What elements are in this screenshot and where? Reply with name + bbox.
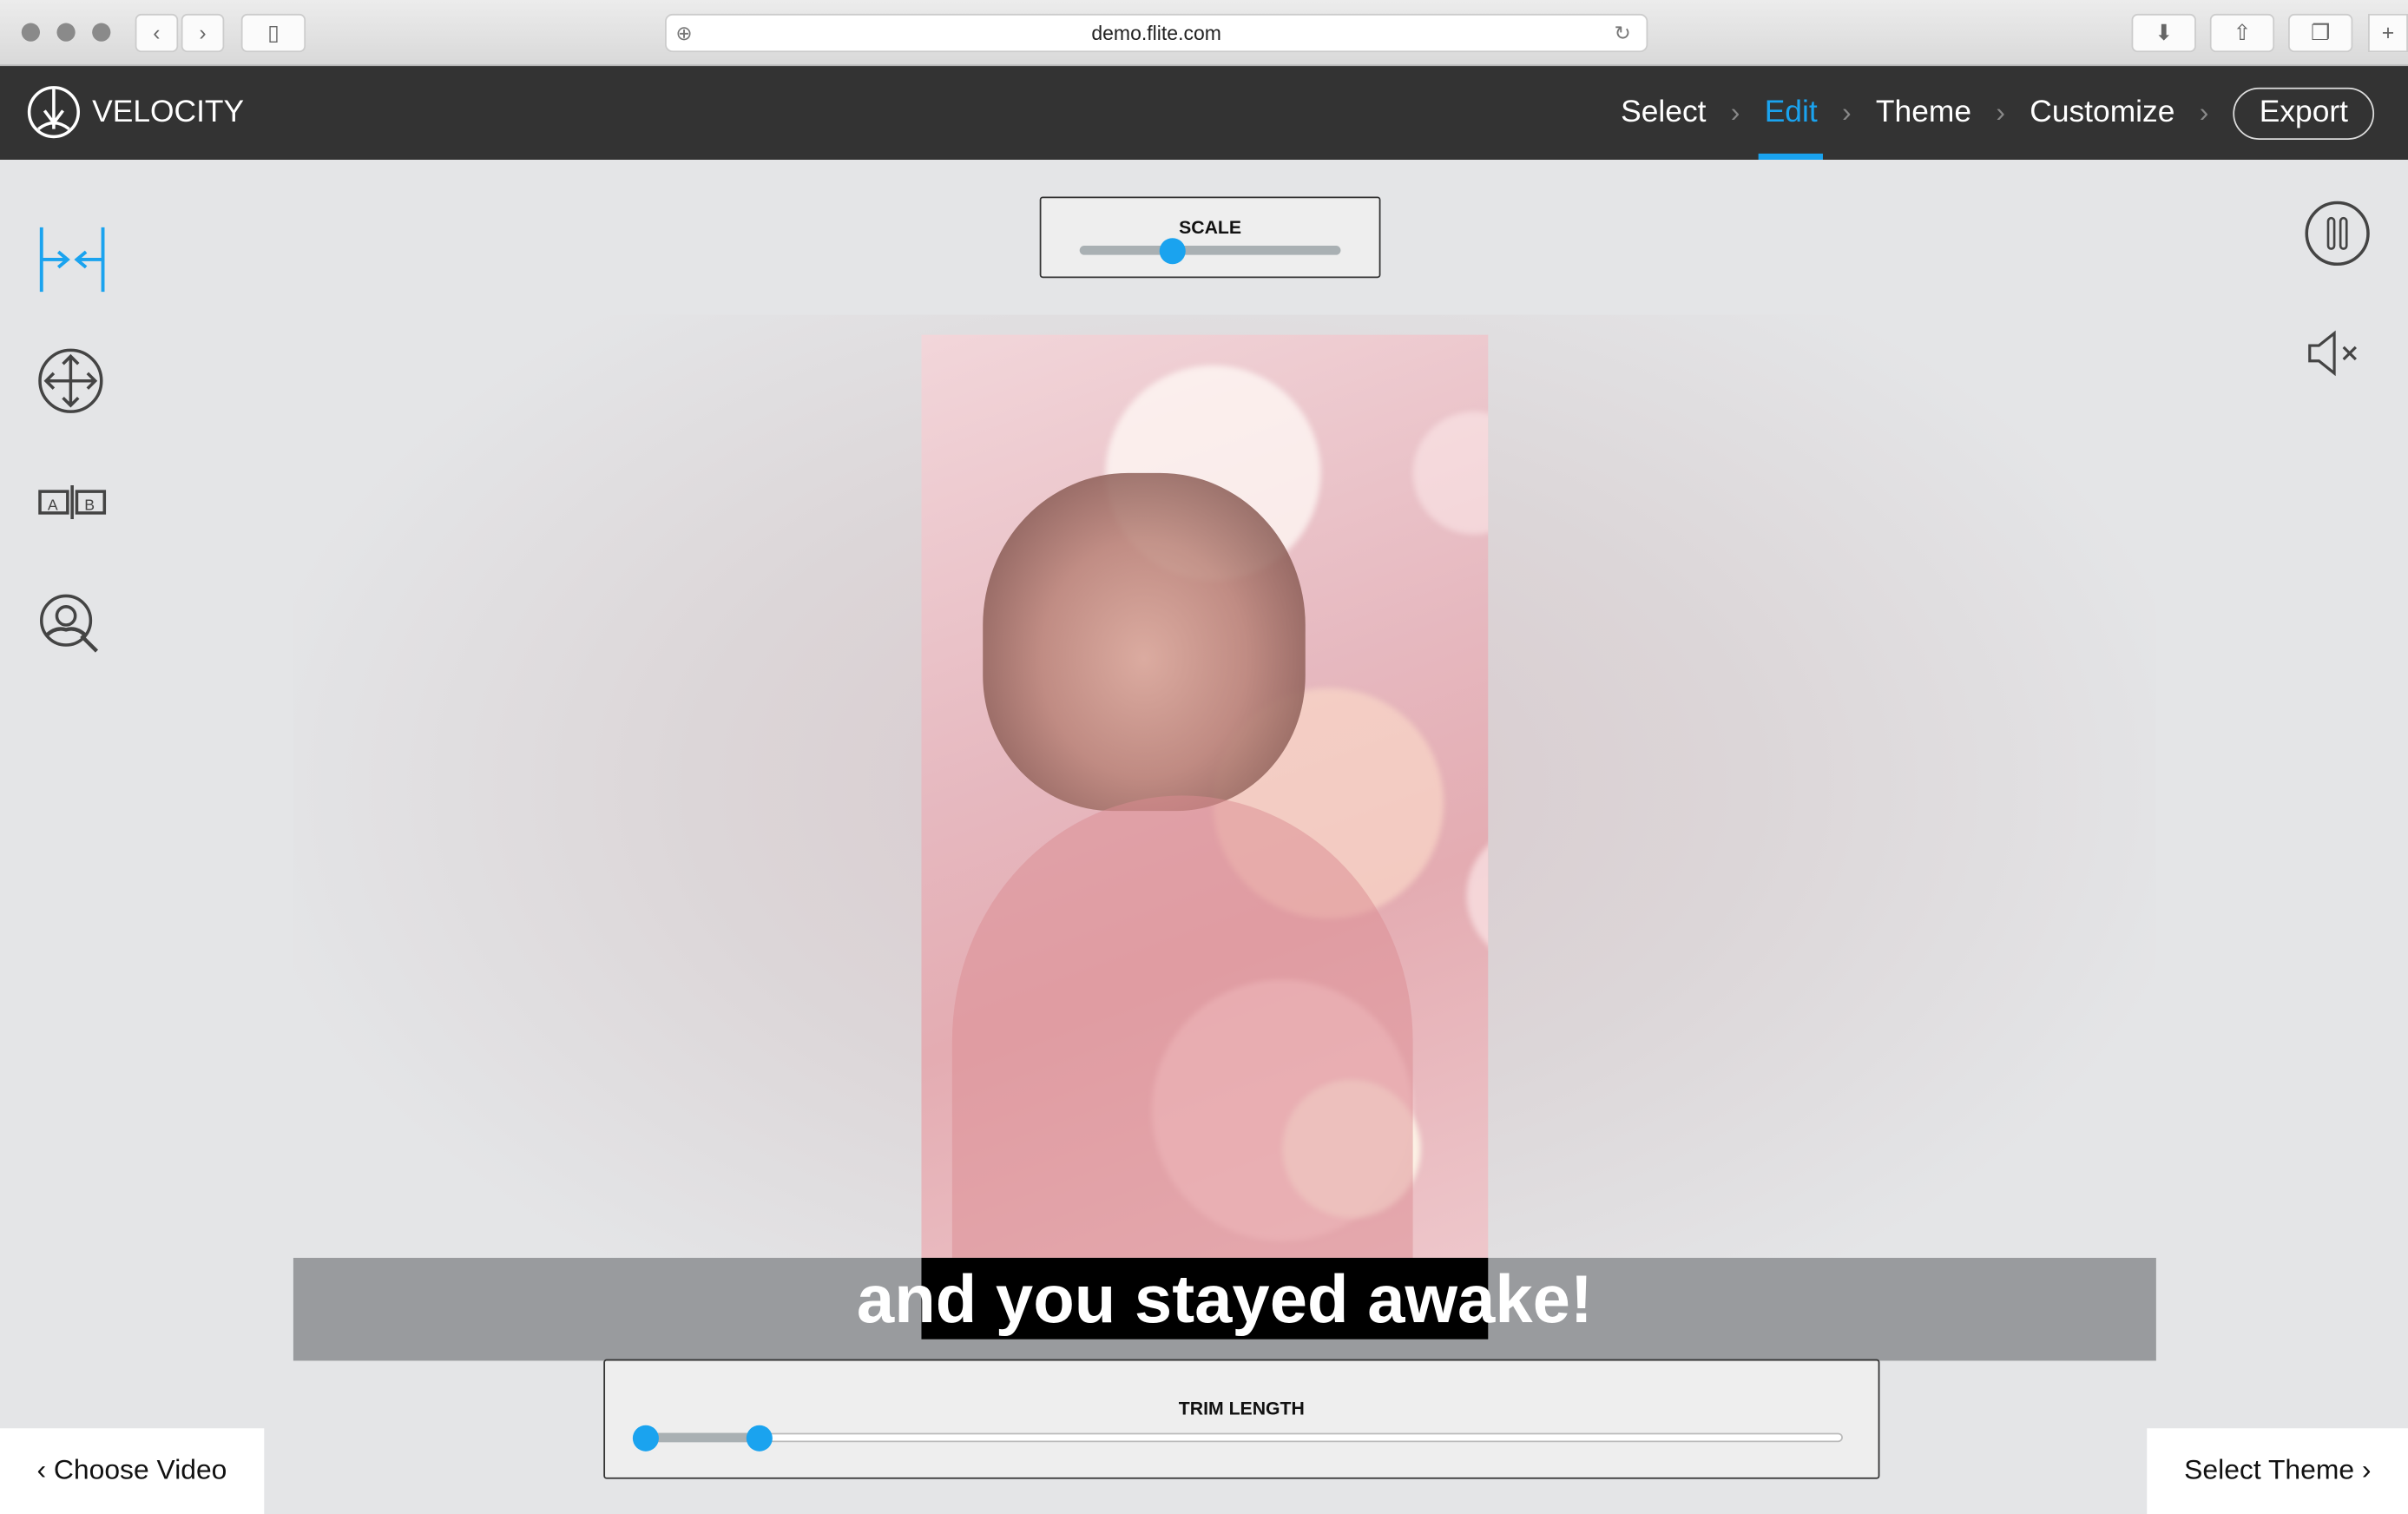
svg-text:A: A [48, 496, 58, 513]
scale-label: SCALE [1179, 216, 1242, 239]
caption-text[interactable]: and you stayed awake! [293, 1262, 2156, 1339]
move-icon[interactable] [36, 346, 107, 416]
reload-icon[interactable]: ↻ [1615, 16, 1631, 52]
select-theme-button[interactable]: Select Theme › [2147, 1428, 2408, 1514]
person-face [983, 472, 1306, 812]
velocity-logo-icon [27, 86, 80, 139]
forward-button[interactable]: › [181, 13, 225, 53]
export-button[interactable]: Export [2233, 86, 2375, 140]
browser-chrome: ‹ › ▯ demo.flite.com ↻ ⊕ ⬇ ⇧ ❐ + [0, 0, 2408, 67]
trim-length-control: TRIM LENGTH [603, 1359, 1880, 1479]
url-text: demo.flite.com [1091, 21, 1221, 45]
address-bar[interactable]: demo.flite.com ↻ ⊕ [665, 13, 1648, 53]
chevron-right-icon: › [2199, 96, 2209, 128]
scale-control: SCALE [1039, 196, 1381, 279]
select-theme-label: Select Theme [2184, 1454, 2355, 1485]
trim-start-handle[interactable] [632, 1425, 659, 1451]
sidebar-toggle-button[interactable]: ▯ [240, 13, 306, 53]
pause-icon[interactable] [2304, 200, 2372, 267]
chevron-right-icon: › [1730, 96, 1740, 128]
share-button[interactable]: ⇧ [2209, 13, 2275, 53]
fit-width-icon[interactable] [36, 224, 107, 294]
video-preview[interactable] [921, 334, 1489, 1340]
scale-slider-handle[interactable] [1158, 238, 1185, 265]
trim-track[interactable] [638, 1432, 1843, 1443]
downloads-button[interactable]: ⬇ [2131, 13, 2196, 53]
chevron-left-icon: ‹ [36, 1454, 54, 1485]
choose-video-label: Choose Video [53, 1454, 227, 1485]
svg-text:B: B [84, 496, 95, 513]
trim-end-handle[interactable] [747, 1425, 773, 1451]
step-theme[interactable]: Theme [1870, 66, 1977, 160]
mute-icon[interactable] [2306, 330, 2362, 377]
back-button[interactable]: ‹ [135, 13, 179, 53]
scale-slider-track[interactable] [1079, 246, 1341, 255]
ab-split-icon[interactable]: AB [36, 467, 107, 537]
chevron-right-icon: › [1841, 96, 1852, 128]
chevron-right-icon: › [2354, 1454, 2372, 1485]
person-body [951, 795, 1413, 1287]
app-header: VELOCITY Select › Edit › Theme › Customize ›… [0, 66, 2408, 160]
workflow-steps: Select › Edit › Theme › Customize › Export [1615, 66, 2375, 160]
trim-label: TRIM LENGTH [1178, 1397, 1305, 1419]
zoom-window-button[interactable] [92, 23, 111, 42]
tabs-button[interactable]: ❐ [2288, 13, 2353, 53]
choose-video-button[interactable]: ‹ Choose Video [0, 1428, 264, 1514]
face-search-icon[interactable] [36, 589, 107, 660]
new-tab-button[interactable]: + [2367, 13, 2408, 53]
site-info-icon[interactable]: ⊕ [675, 16, 692, 52]
close-window-button[interactable] [21, 23, 40, 42]
step-select[interactable]: Select [1615, 66, 1713, 160]
brand-name: VELOCITY [92, 95, 245, 129]
step-edit[interactable]: Edit [1758, 66, 1825, 160]
step-customize[interactable]: Customize [2023, 66, 2181, 160]
minimize-window-button[interactable] [56, 23, 76, 42]
chevron-right-icon: › [1996, 96, 2005, 128]
